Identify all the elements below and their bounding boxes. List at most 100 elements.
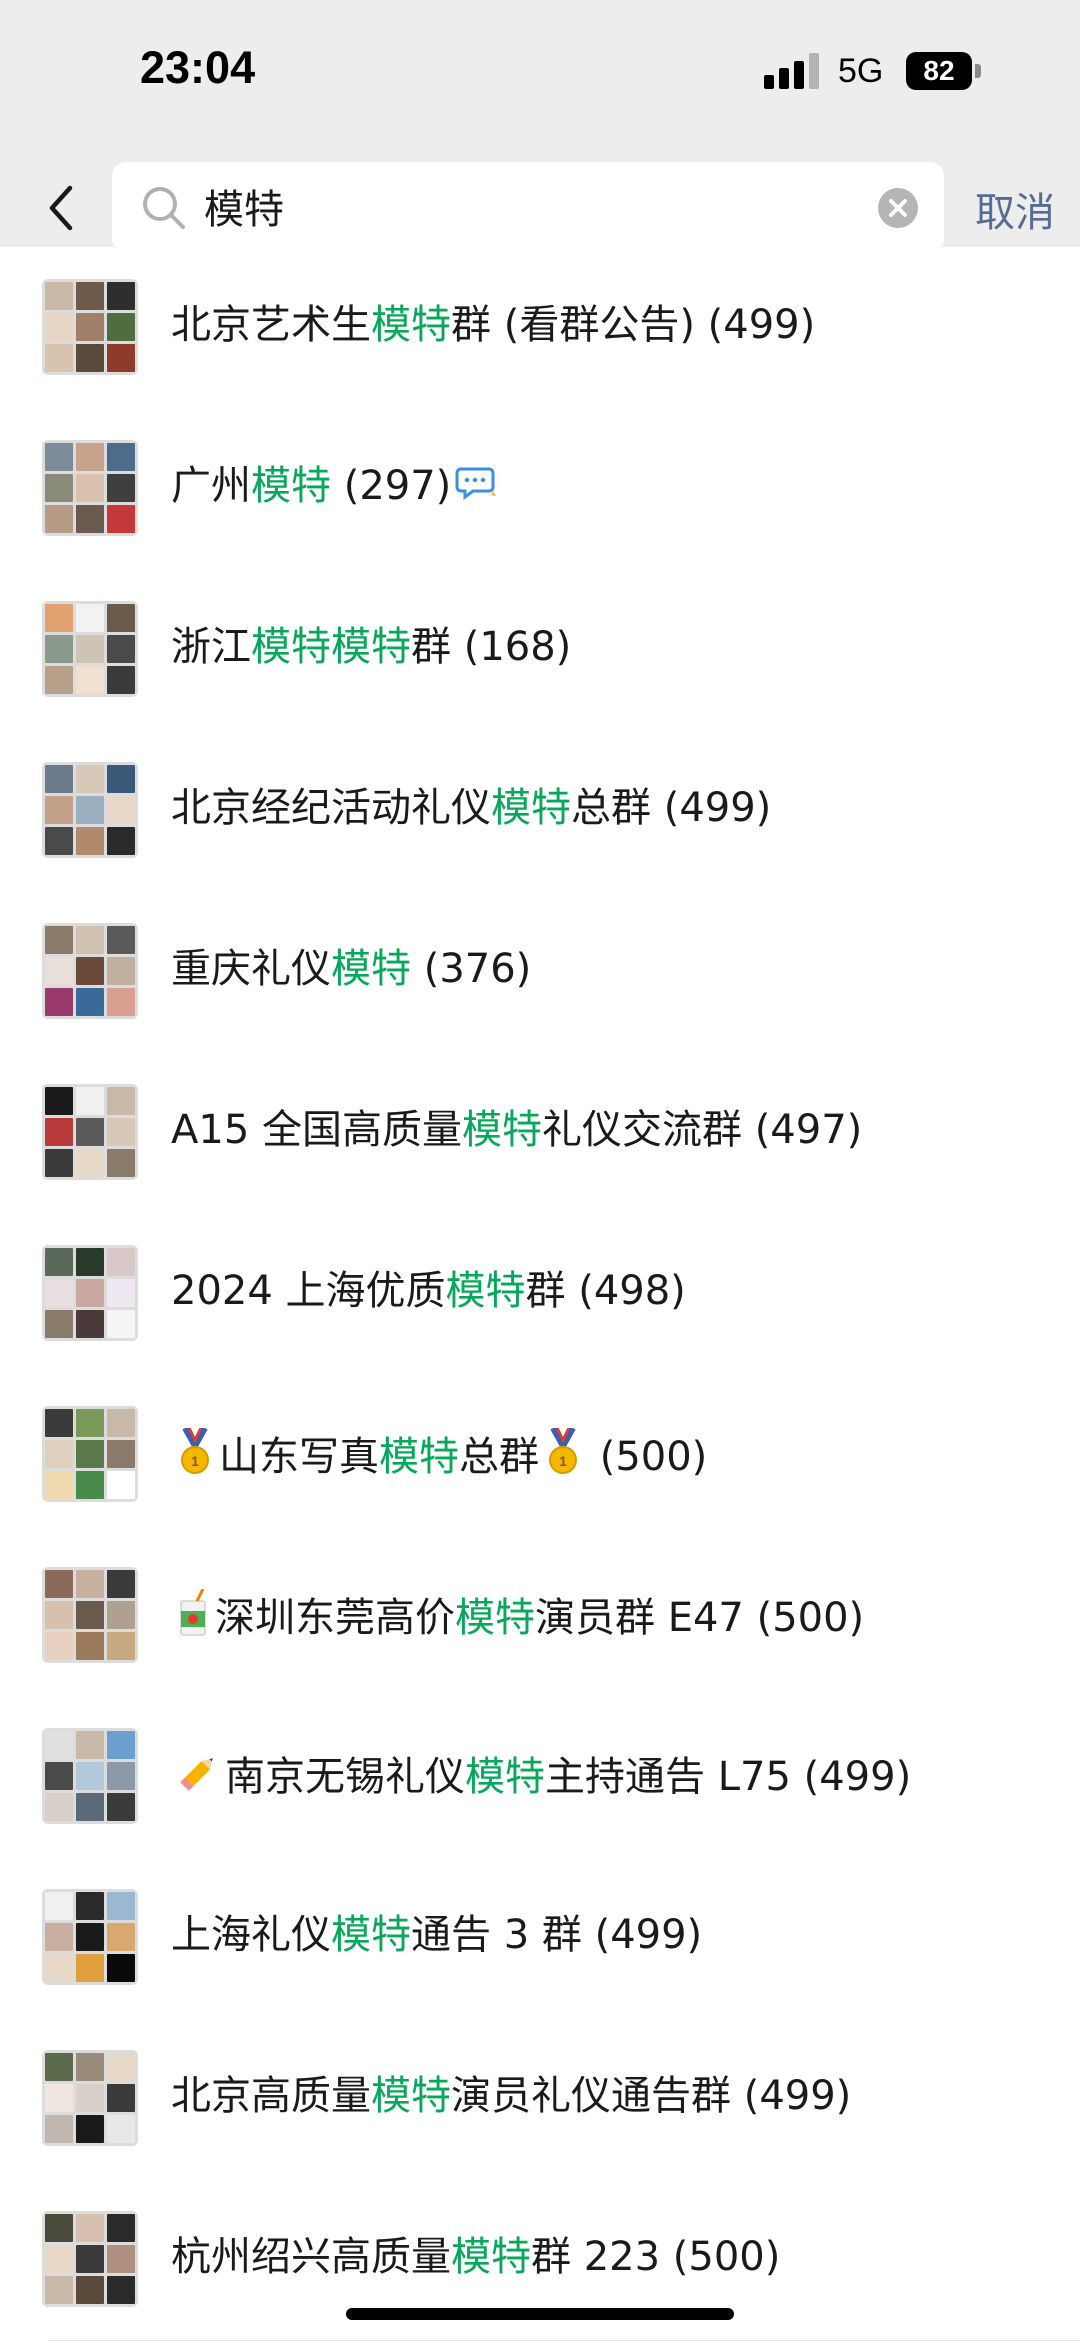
group-name-prefix: 广州 [171,463,251,509]
network-type: 5G [838,52,884,90]
battery-level: 82 [923,55,955,86]
group-name-suffix: 群 (看群公告) (499) [451,302,816,348]
group-name: 浙江模特模特群 (168) [171,623,571,671]
search-keyword-highlight: 模特 [465,1754,545,1800]
search-keyword-highlight: 模特模特 [251,624,411,670]
group-name-prefix: 北京艺术生 [171,302,371,348]
group-name-prefix: 重庆礼仪 [171,946,331,992]
group-member-count: (500) [599,1434,708,1480]
status-time: 23:04 [140,42,256,93]
group-name: 2024 上海优质模特群 (498) [171,1267,686,1315]
group-avatar [42,440,138,536]
group-name: 广州模特 (297) [171,462,503,516]
result-item[interactable]: 南京无锡礼仪模特主持通告 L75 (499) [0,1695,1080,1857]
group-name: 北京艺术生模特群 (看群公告) (499) [171,301,815,349]
group-name-prefix: 山东写真 [219,1434,379,1480]
group-name-suffix: 通告 3 群 (499) [411,1912,703,1958]
svg-text:1: 1 [559,1453,567,1469]
group-name: 北京高质量模特演员礼仪通告群 (499) [171,2072,851,2120]
result-item[interactable]: A15 全国高质量模特礼仪交流群 (497) [0,1051,1080,1213]
signal-strength-icon [764,53,822,89]
group-name-suffix: (297) [331,463,452,509]
back-button[interactable] [30,178,90,238]
result-item[interactable]: 北京经纪活动礼仪模特总群 (499) [0,729,1080,891]
group-name-suffix: 总群 (499) [571,785,772,831]
search-input[interactable] [204,174,764,238]
group-avatar [42,2211,138,2307]
result-item[interactable]: 深圳东莞高价模特演员群 E47 (500) [0,1534,1080,1696]
group-name-suffix: 演员礼仪通告群 (499) [451,2073,852,2119]
group-name-suffix: 总群 [459,1434,539,1480]
group-name-prefix: 上海礼仪 [171,1912,331,1958]
group-avatar [42,2050,138,2146]
chevron-left-icon [49,185,73,231]
search-keyword-highlight: 模特 [371,302,451,348]
pencil-icon [175,1750,221,1807]
result-item[interactable]: 北京高质量模特演员礼仪通告群 (499) [0,2017,1080,2179]
divider [48,2339,1080,2341]
group-avatar [42,1728,138,1824]
search-keyword-highlight: 模特 [461,1107,542,1153]
status-bar: 23:04 5G 82 [0,0,1080,150]
group-avatar [42,1889,138,1985]
group-name-suffix: 主持通告 L75 (499) [545,1754,912,1800]
group-name-prefix: 浙江 [171,624,251,670]
group-name-suffix: 演员群 E47 (500) [535,1595,865,1641]
search-keyword-highlight: 模特 [251,463,331,509]
group-avatar [42,923,138,1019]
group-name-suffix: 群 223 (500) [531,2234,781,2280]
result-item[interactable]: 1 山东写真模特总群 1 (500) [0,1373,1080,1535]
result-item[interactable]: 浙江模特模特群 (168) [0,568,1080,730]
search-keyword-highlight: 模特 [451,2234,531,2280]
group-name-suffix: 礼仪交流群 (497) [541,1107,863,1153]
group-name: 杭州绍兴高质量模特群 223 (500) [171,2233,780,2281]
chat-bubble-icon [455,465,499,516]
group-name: A15 全国高质量模特礼仪交流群 (497) [171,1106,862,1154]
group-name-suffix: 群 (168) [411,624,572,670]
battery-cap [975,64,981,78]
group-name-prefix: 2024 上海优质 [171,1268,446,1314]
search-keyword-highlight: 模特 [331,946,411,992]
result-item[interactable]: 上海礼仪模特通告 3 群 (499) [0,1856,1080,2018]
group-name: 北京经纪活动礼仪模特总群 (499) [171,784,771,832]
search-keyword-highlight: 模特 [455,1595,535,1641]
medal-icon: 1 [175,1426,215,1487]
group-name-suffix: (376) [411,946,532,992]
group-name: 1 山东写真模特总群 1 (500) [171,1426,708,1487]
group-name-prefix: 北京经纪活动礼仪 [171,785,491,831]
cancel-button[interactable]: 取消 [975,180,1055,238]
group-avatar [42,601,138,697]
search-icon [143,187,185,229]
group-avatar [42,762,138,858]
group-name: 上海礼仪模特通告 3 群 (499) [171,1911,702,1959]
group-name-prefix: A15 全国高质量 [171,1107,462,1153]
result-item[interactable]: 2024 上海优质模特群 (498) [0,1212,1080,1374]
group-name-prefix: 北京高质量 [171,2073,371,2119]
search-keyword-highlight: 模特 [445,1268,526,1314]
search-keyword-highlight: 模特 [331,1912,411,1958]
group-avatar [42,1084,138,1180]
group-name-prefix: 深圳东莞高价 [215,1595,455,1641]
group-name-prefix: 南京无锡礼仪 [225,1754,465,1800]
result-item[interactable]: 北京艺术生模特群 (看群公告) (499) [0,246,1080,408]
group-avatar [42,1245,138,1341]
svg-text:1: 1 [191,1453,199,1469]
result-item[interactable]: 广州模特 (297) [0,407,1080,569]
juice-box-icon [175,1588,211,1648]
battery-icon: 82 [906,52,972,90]
search-keyword-highlight: 模特 [379,1434,459,1480]
home-indicator[interactable] [346,2308,734,2320]
search-box[interactable] [112,162,944,252]
search-keyword-highlight: 模特 [491,785,571,831]
clear-icon[interactable] [878,188,918,228]
group-name-prefix: 杭州绍兴高质量 [171,2234,451,2280]
group-name: 重庆礼仪模特 (376) [171,945,531,993]
result-item[interactable]: 重庆礼仪模特 (376) [0,890,1080,1052]
group-name: 深圳东莞高价模特演员群 E47 (500) [171,1588,865,1648]
group-avatar [42,1567,138,1663]
group-avatar [42,279,138,375]
search-keyword-highlight: 模特 [371,2073,451,2119]
group-avatar [42,1406,138,1502]
group-name-suffix: 群 (498) [525,1268,686,1314]
medal-icon: 1 [543,1426,583,1487]
